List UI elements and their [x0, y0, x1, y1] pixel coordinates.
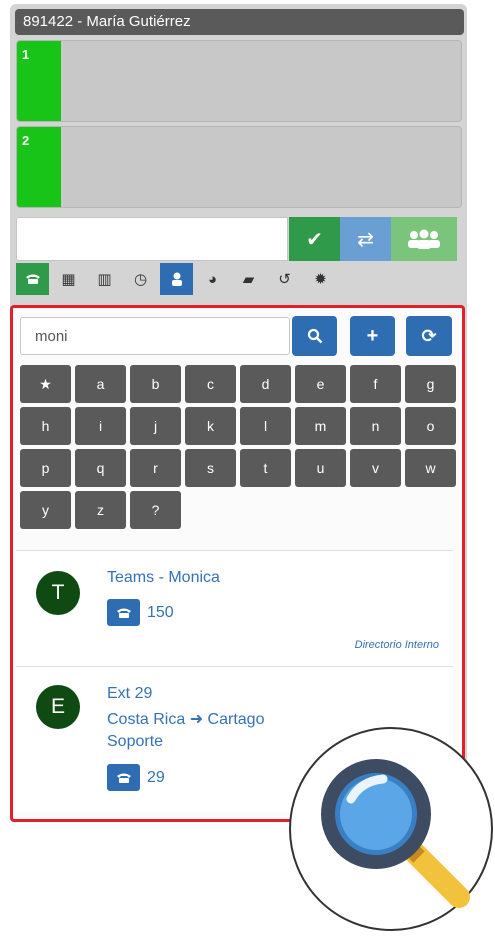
search-icon [307, 328, 322, 344]
user-icon [171, 272, 182, 286]
result-extension: 29 [147, 769, 165, 786]
key-u[interactable]: u [295, 449, 346, 487]
key-n[interactable]: n [350, 407, 401, 445]
clock-icon: ◷ [133, 271, 148, 288]
phone-icon [116, 773, 131, 783]
line-2-label: 2 [22, 133, 30, 148]
key-p[interactable]: p [20, 449, 71, 487]
key-m[interactable]: m [295, 407, 346, 445]
key-b[interactable]: b [130, 365, 181, 403]
contacts-book-icon: ▥ [97, 271, 112, 288]
tab-settings[interactable]: ✹ [304, 263, 337, 295]
globe-icon: ◕ [207, 270, 218, 288]
result-source: Directorio Interno [354, 639, 439, 651]
phone-icon [25, 274, 40, 284]
accept-button[interactable]: ✔ [289, 217, 340, 261]
key-c[interactable]: c [185, 365, 236, 403]
result-name[interactable]: Ext 29 [107, 685, 152, 703]
tab-logout[interactable]: ↺ [268, 263, 301, 295]
key-other[interactable]: ? [130, 491, 181, 529]
avatar: T [36, 571, 80, 615]
group-icon [408, 229, 440, 249]
agent-title: 891422 - María Gutiérrez [15, 9, 464, 35]
transfer-icon: ⇄ [357, 228, 374, 251]
gear-icon: ✹ [314, 271, 327, 288]
result-name[interactable]: Teams - Monica [107, 569, 220, 587]
search-input[interactable] [20, 317, 290, 355]
key-t[interactable]: t [240, 449, 291, 487]
key-o[interactable]: o [405, 407, 456, 445]
key-l[interactable]: l [240, 407, 291, 445]
tab-dialpad[interactable]: ▦ [52, 263, 85, 295]
line-1[interactable]: 1 [16, 40, 462, 122]
refresh-button[interactable]: ⟳ [406, 316, 452, 356]
line-1-label: 1 [22, 47, 30, 62]
tab-directory[interactable] [160, 263, 193, 295]
check-icon: ✔ [306, 228, 323, 251]
magnifier-badge [289, 727, 493, 931]
key-v[interactable]: v [350, 449, 401, 487]
key-y[interactable]: y [20, 491, 71, 529]
result-department: Soporte [107, 733, 164, 750]
result-item[interactable]: T Teams - Monica 150 Directorio Interno [16, 550, 453, 667]
call-button[interactable] [107, 599, 140, 626]
key-star[interactable]: ★ [20, 365, 71, 403]
tab-bar: ▦ ▥ ◷ ◕ ▰ ↺ ✹ [16, 263, 340, 295]
search-button[interactable] [292, 316, 337, 356]
key-s[interactable]: s [185, 449, 236, 487]
key-e[interactable]: e [295, 365, 346, 403]
line-2[interactable]: 2 [16, 126, 462, 208]
key-k[interactable]: k [185, 407, 236, 445]
key-a[interactable]: a [75, 365, 126, 403]
key-w[interactable]: w [405, 449, 456, 487]
tab-phone[interactable] [16, 263, 49, 295]
refresh-icon: ⟳ [421, 325, 437, 346]
transfer-button[interactable]: ⇄ [340, 217, 391, 261]
key-r[interactable]: r [130, 449, 181, 487]
chat-icon: ▰ [242, 271, 255, 288]
key-z[interactable]: z [75, 491, 126, 529]
dialpad-icon: ▦ [61, 271, 76, 288]
dial-input[interactable] [16, 217, 288, 261]
key-j[interactable]: j [130, 407, 181, 445]
key-h[interactable]: h [20, 407, 71, 445]
phone-icon [116, 608, 131, 618]
key-f[interactable]: f [350, 365, 401, 403]
key-d[interactable]: d [240, 365, 291, 403]
letter-filter-grid: ★ a b c d e f g h i j k l m n o p q r s t u v w y z? [20, 365, 457, 529]
avatar: E [36, 685, 80, 729]
key-g[interactable]: g [405, 365, 456, 403]
result-extension: 150 [147, 604, 174, 621]
tab-contacts-book[interactable]: ▥ [88, 263, 121, 295]
tab-web[interactable]: ◕ [196, 263, 229, 295]
add-contact-button[interactable]: + [350, 316, 395, 356]
magnifier-icon [321, 759, 470, 908]
key-i[interactable]: i [75, 407, 126, 445]
key-q[interactable]: q [75, 449, 126, 487]
exit-icon: ↺ [278, 271, 291, 288]
conference-button[interactable] [391, 217, 457, 261]
call-button[interactable] [107, 764, 140, 791]
plus-icon: + [366, 324, 379, 347]
result-location: Costa Rica ➜ Cartago [107, 711, 265, 728]
tab-chat[interactable]: ▰ [232, 263, 265, 295]
tab-history[interactable]: ◷ [124, 263, 157, 295]
